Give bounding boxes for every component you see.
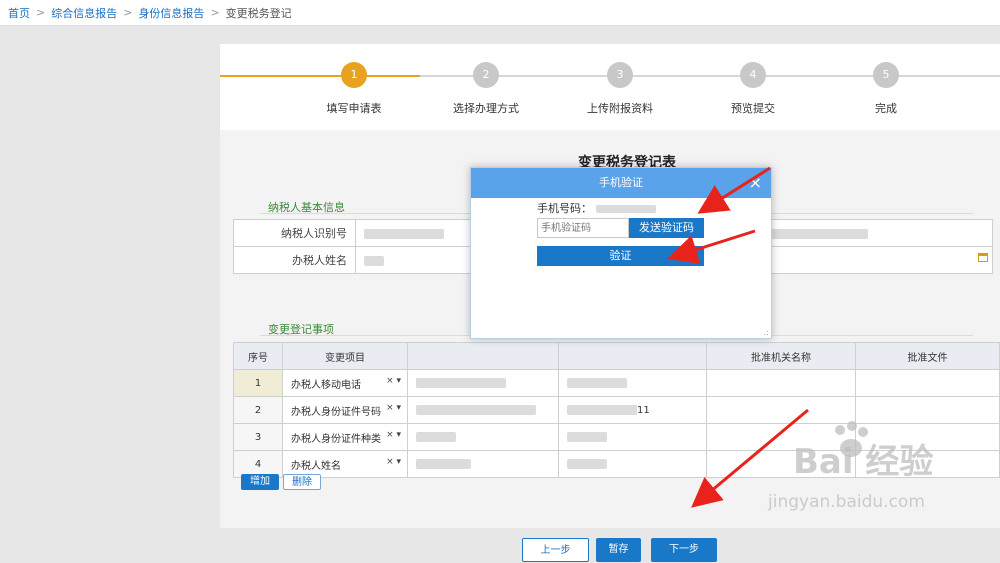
row-after-value [558, 450, 707, 478]
clear-dropdown-icon[interactable]: × ▾ [386, 457, 401, 467]
step-label: 上传附报资料 [587, 102, 653, 115]
row-item-select[interactable]: 办税人身份证件种类 × ▾ [282, 423, 408, 451]
row-item-label: 办税人姓名 [291, 460, 341, 472]
step-5: 5 完成 [821, 62, 951, 116]
watermark-url: jingyan.baidu.com [768, 492, 925, 512]
step-2: 2 选择办理方式 [421, 62, 551, 116]
taxpayer-id-label: 纳税人识别号 [233, 219, 356, 247]
dialog-header: 手机验证 × [471, 168, 771, 198]
breadcrumb-current: 变更税务登记 [225, 6, 292, 20]
breadcrumb: 首页 > 综合信息报告 > 身份信息报告 > 变更税务登记 [0, 0, 1000, 26]
step-progress: 1 填写申请表 2 选择办理方式 3 上传附报资料 4 预览提交 5 完成 [220, 44, 1000, 130]
col-header-before [407, 342, 559, 370]
operator-name-label: 办税人姓名 [233, 246, 356, 274]
breadcrumb-separator: > [210, 6, 220, 19]
row-item-label: 办税人身份证件种类 [291, 433, 381, 445]
row-before-value [407, 396, 559, 424]
step-number: 1 [341, 62, 367, 88]
watermark-brand: Bai 经验 [793, 442, 934, 482]
col-header-item: 变更项目 [282, 342, 408, 370]
verify-button[interactable]: 验证 [537, 246, 704, 266]
right-field-value [749, 219, 993, 247]
clear-dropdown-icon[interactable]: × ▾ [386, 376, 401, 386]
row-after-value: 11 [558, 396, 707, 424]
step-3: 3 上传附报资料 [555, 62, 685, 116]
row-before-value [407, 369, 559, 397]
verify-code-input[interactable] [537, 218, 629, 238]
row-seq: 3 [233, 423, 283, 451]
clear-dropdown-icon[interactable]: × ▾ [386, 430, 401, 440]
col-header-seq: 序号 [233, 342, 283, 370]
breadcrumb-level2-link[interactable]: 综合信息报告 [51, 5, 117, 21]
row-doc[interactable] [855, 369, 1000, 397]
dialog-title: 手机验证 [599, 176, 643, 189]
row-after-value [558, 423, 707, 451]
save-draft-button[interactable]: 暂存 [596, 538, 641, 562]
col-header-after [558, 342, 707, 370]
row-item-select[interactable]: 办税人身份证件号码 × ▾ [282, 396, 408, 424]
step-1: 1 填写申请表 [289, 62, 419, 116]
step-number: 4 [740, 62, 766, 88]
prev-step-button[interactable]: 上一步 [522, 538, 589, 562]
step-4: 4 预览提交 [688, 62, 818, 116]
row-after-value [558, 369, 707, 397]
row-item-label: 办税人身份证件号码 [291, 406, 381, 418]
resize-handle[interactable]: .: [764, 328, 769, 337]
row-seq: 1 [233, 369, 283, 397]
clear-dropdown-icon[interactable]: × ▾ [386, 403, 401, 413]
row-before-value [407, 423, 559, 451]
step-number: 5 [873, 62, 899, 88]
table-row[interactable]: 1 办税人移动电话 × ▾ [233, 369, 1000, 397]
breadcrumb-separator: > [123, 6, 133, 19]
date-field[interactable] [749, 246, 993, 274]
step-label: 预览提交 [731, 102, 775, 115]
breadcrumb-level3-link[interactable]: 身份信息报告 [138, 5, 204, 21]
phone-verify-dialog: 手机验证 × 手机号码： 发送验证码 验证 .: [470, 167, 772, 339]
row-authority[interactable] [706, 369, 856, 397]
row-before-value [407, 450, 559, 478]
next-step-button[interactable]: 下一步 [651, 538, 717, 562]
step-label: 完成 [875, 102, 897, 115]
close-icon[interactable]: × [749, 168, 762, 198]
step-label: 填写申请表 [326, 102, 382, 115]
step-number: 3 [607, 62, 633, 88]
delete-row-button[interactable]: 删除 [283, 474, 321, 490]
step-number: 2 [473, 62, 499, 88]
breadcrumb-separator: > [36, 6, 46, 19]
row-seq: 2 [233, 396, 283, 424]
phone-value [595, 205, 656, 213]
step-label: 选择办理方式 [453, 102, 519, 115]
calendar-icon[interactable] [978, 253, 988, 262]
add-row-button[interactable]: 增加 [241, 474, 279, 490]
row-item-label: 办税人移动电话 [291, 379, 361, 391]
row-after-suffix: 11 [637, 404, 650, 416]
send-code-button[interactable]: 发送验证码 [629, 218, 704, 238]
phone-number-row: 手机号码： [537, 200, 656, 216]
phone-label: 手机号码： [537, 202, 592, 215]
baidu-watermark: Bai 经验 jingyan.baidu.com [758, 420, 998, 530]
col-header-doc: 批准文件 [855, 342, 1000, 370]
row-item-select[interactable]: 办税人移动电话 × ▾ [282, 369, 408, 397]
col-header-authority: 批准机关名称 [706, 342, 856, 370]
breadcrumb-home-link[interactable]: 首页 [8, 5, 30, 21]
